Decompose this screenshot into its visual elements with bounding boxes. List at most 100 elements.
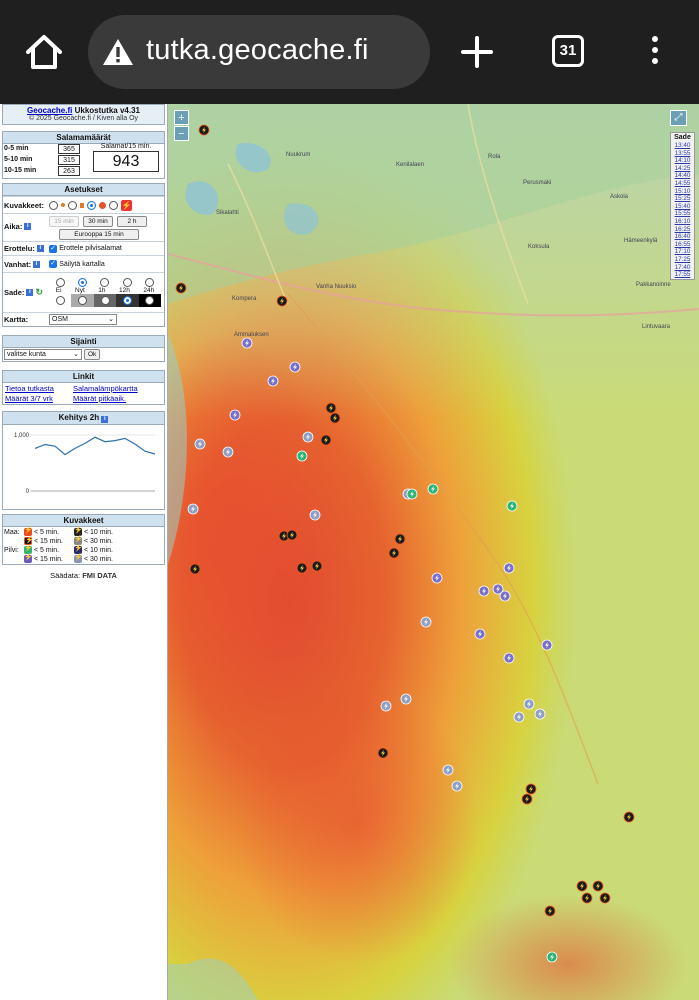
keep-old-row: Vanhat: i ✓ Säilytä kartalla: [3, 255, 164, 272]
place-label: Pakkanoinne: [636, 282, 671, 288]
copyright-text: © 2025 Geocache.fi / Kiven alla Oy: [28, 115, 139, 122]
panel-heading: Linkit: [3, 371, 164, 383]
panel-heading: Sijainti: [3, 336, 164, 348]
trend-panel: Kehitys 2h i 1,000 0: [2, 411, 165, 510]
cloud-strike-15min-icon: [24, 553, 33, 563]
rain-time-link[interactable]: 15:55: [671, 210, 694, 218]
map-canvas[interactable]: [168, 104, 699, 1000]
time-15min-button[interactable]: 15 min: [49, 216, 79, 227]
rain-time-link[interactable]: 16:10: [671, 218, 694, 226]
place-label: Askola: [610, 194, 629, 200]
trend-line: [34, 436, 156, 456]
links-panel: Linkit Tietoa tutkasta Salamalämpökartta…: [2, 370, 165, 405]
time-30min-button[interactable]: 30 min: [83, 216, 113, 227]
location-ok-button[interactable]: Ok: [84, 349, 100, 360]
place-label: Perusmaki: [523, 180, 552, 186]
rain-time-link[interactable]: 15:40: [671, 203, 694, 211]
new-tab-icon[interactable]: [460, 35, 494, 69]
icon-style-radio[interactable]: [109, 200, 118, 210]
fmi-data-logo[interactable]: FMI DATA: [82, 571, 117, 580]
rain-off-radio[interactable]: [55, 278, 65, 287]
place-label: Koksula: [528, 244, 550, 250]
rain-time-link[interactable]: 16:55: [671, 241, 694, 249]
y-tick-label: 1,000: [14, 433, 30, 439]
small-square-icon: [80, 202, 84, 208]
municipality-select[interactable]: valitse kunta ⌄: [4, 349, 82, 360]
icon-style-radio[interactable]: [49, 200, 58, 210]
refresh-icon[interactable]: ↻: [35, 287, 43, 298]
place-label: Rola: [488, 154, 501, 160]
tab-count-button[interactable]: 31: [552, 35, 584, 67]
trend-chart: 1,000 0: [14, 433, 156, 495]
counts-3-7-days-link[interactable]: Määrät 3/7 vrk: [5, 394, 73, 403]
icon-legend-panel: Kuvakkeet Maa: < 5 min. < 10 min. < 15 m…: [2, 514, 165, 565]
keep-old-checkbox[interactable]: ✓: [49, 260, 57, 268]
map-type-select[interactable]: OSM ⌄: [49, 314, 117, 325]
info-icon[interactable]: i: [24, 223, 32, 230]
long-term-counts-link[interactable]: Määrät pitkäaik.: [73, 394, 162, 403]
address-bar[interactable]: tutka.geocache.fi: [88, 15, 430, 89]
fullscreen-icon[interactable]: ⤢: [670, 110, 687, 126]
chevron-down-icon: ⌄: [73, 351, 79, 358]
chevron-down-icon: ⌄: [108, 316, 114, 323]
rain-time-link[interactable]: 15:10: [671, 188, 694, 196]
rain-opacity-selector[interactable]: [49, 294, 162, 307]
rain-time-link[interactable]: 16:40: [671, 233, 694, 241]
info-icon[interactable]: i: [33, 260, 41, 268]
rain-time-link[interactable]: 14:10: [671, 157, 694, 165]
rain-time-link[interactable]: 16:25: [671, 226, 694, 234]
not-secure-warning-icon[interactable]: [102, 36, 134, 68]
place-label: Sikalahti: [216, 210, 239, 216]
zoom-in-button[interactable]: +: [174, 110, 189, 125]
info-icon[interactable]: i: [36, 245, 44, 252]
location-panel: Sijainti valitse kunta ⌄ Ok: [2, 335, 165, 362]
icons-row: Kuvakkeet: ⚡: [3, 196, 164, 213]
settings-panel: Asetukset Kuvakkeet: ⚡ Aika: i 15 min 30 …: [2, 183, 165, 327]
rain-24h-radio[interactable]: [145, 278, 155, 287]
separate-checkbox[interactable]: ✓: [49, 244, 57, 253]
rain-time-link[interactable]: 17:40: [671, 264, 694, 272]
lightning-map[interactable]: Nuukrum Rola Kenilalaen Perusmaki Askola…: [168, 104, 699, 1000]
rain-1h-radio[interactable]: [100, 278, 110, 287]
map-row: Kartta: OSM ⌄: [3, 312, 164, 326]
total-strikes-box: Salamat/15 min. 943: [93, 143, 159, 172]
rain-time-link[interactable]: 13:40: [671, 142, 694, 150]
place-label: Nuukrum: [286, 152, 311, 158]
time-row: Aika: i 15 min 30 min 2 h Eurooppa 15 min: [3, 213, 164, 241]
rain-now-radio[interactable]: [78, 278, 88, 287]
rain-time-link[interactable]: 15:25: [671, 195, 694, 203]
more-options-icon[interactable]: [648, 36, 662, 70]
europe-15min-button[interactable]: Eurooppa 15 min: [59, 229, 139, 240]
separate-row: Erottelu: i ✓ Erottele pilvisalamat: [3, 241, 164, 255]
place-label: Kompera: [232, 296, 257, 302]
time-2h-button[interactable]: 2 h: [117, 216, 147, 227]
rain-time-link[interactable]: 17:25: [671, 256, 694, 264]
total-strikes-value: 943: [93, 151, 159, 172]
icon-style-radio[interactable]: [68, 200, 77, 210]
rain-time-link[interactable]: 17:10: [671, 248, 694, 256]
panel-heading: Asetukset: [3, 184, 164, 196]
rain-time-link[interactable]: 14:40: [671, 172, 694, 180]
zoom-out-button[interactable]: −: [174, 126, 189, 141]
about-radar-link[interactable]: Tietoa tutkasta: [5, 384, 73, 393]
icon-style-radio[interactable]: [87, 200, 96, 210]
sidebar: Geocache.fi Ukkostutka v4.31 © 2025 Geoc…: [0, 104, 168, 1000]
y-tick-label: 0: [26, 489, 30, 495]
rain-time-link[interactable]: 17:55: [671, 271, 694, 279]
ground-strike-5min-icon: [24, 526, 33, 536]
rain-time-link[interactable]: 14:25: [671, 165, 694, 173]
rain-time-link[interactable]: 13:55: [671, 150, 694, 158]
geocache-link[interactable]: Geocache.fi: [27, 106, 72, 115]
app-title-box: Geocache.fi Ukkostutka v4.31 © 2025 Geoc…: [2, 104, 165, 125]
info-icon[interactable]: i: [26, 289, 34, 296]
info-icon[interactable]: i: [101, 416, 109, 423]
cloud-strike-30min-icon: [74, 553, 83, 563]
place-label: Lintuvaara: [642, 324, 671, 330]
rain-time-link[interactable]: 14:55: [671, 180, 694, 188]
rain-12h-radio[interactable]: [122, 278, 132, 287]
square-bolt-icon: ⚡: [121, 199, 132, 211]
strike-counts-panel: Salamamäärät 0-5 min 365 5-10 min 315 10-1…: [2, 131, 165, 179]
app-title: Ukkostutka v4.31: [72, 106, 140, 115]
home-icon[interactable]: [22, 30, 66, 74]
heatmap-link[interactable]: Salamalämpökartta: [73, 384, 162, 393]
